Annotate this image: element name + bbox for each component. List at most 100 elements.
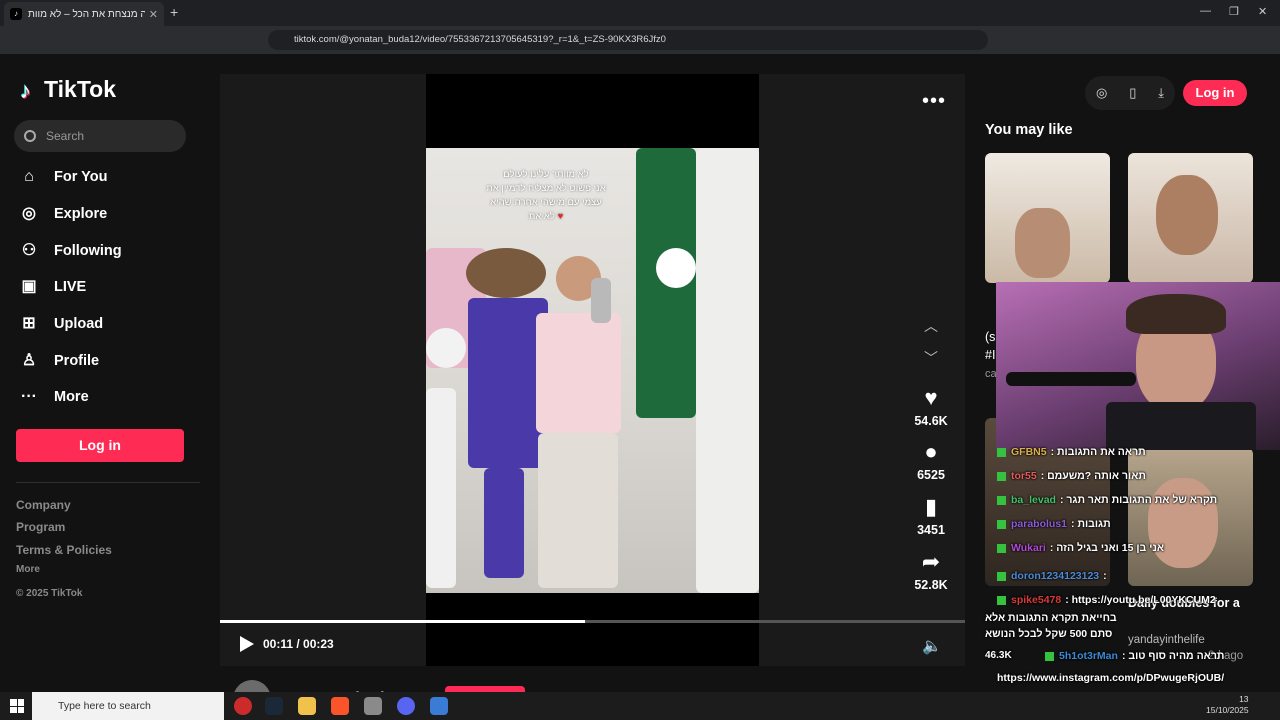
bookmark-icon: ▮ (924, 494, 938, 519)
thumb-face (1015, 208, 1070, 278)
footer-terms[interactable]: Terms & Policies (16, 543, 112, 557)
browser-tab-bar: ♪ אהבה מנצחת את הכל – לא מוות ✕ + — ❐ ✕ (0, 0, 1280, 26)
chat-text: : תקרא של את התגובות תאר תגר (1059, 494, 1218, 506)
footer-company[interactable]: Company (16, 498, 71, 512)
close-window-icon[interactable]: ✕ (1258, 5, 1267, 18)
thumb-face (1156, 175, 1218, 255)
more-options-icon[interactable]: ••• (922, 90, 946, 113)
top-icon-group: ◎ ▯ ⤓ (1085, 76, 1175, 110)
chat-text: : תגובות (1071, 518, 1111, 530)
login-top-button[interactable]: Log in (1183, 80, 1247, 106)
mod-badge-icon (997, 519, 1006, 529)
share-count: 52.8K (914, 578, 948, 592)
windows-start-icon[interactable] (10, 699, 24, 713)
card-text-3: ca (985, 368, 997, 380)
volume-icon[interactable]: 🔈 (922, 636, 942, 656)
save-count: 3451 (917, 523, 945, 537)
copyright: © 2025 TikTok (16, 588, 83, 599)
following-icon: ⚇ (21, 242, 37, 259)
nav-label: Upload (54, 316, 104, 332)
taskbar-search-placeholder: Type here to search (58, 700, 151, 712)
download-icon[interactable]: ⤓ (1158, 85, 1164, 101)
boy-legs (484, 468, 524, 578)
time-display: 00:11 / 00:23 (263, 637, 334, 651)
chat-line: 5h1ot3rMan: תראה מהיה סוף טוב (1045, 650, 1224, 662)
share-action[interactable]: ➦ 52.8K (906, 550, 956, 593)
suggested-thumb-2[interactable] (1128, 153, 1253, 283)
minimize-icon[interactable]: — (1200, 5, 1211, 17)
browser-tab[interactable]: ♪ אהבה מנצחת את הכל – לא מוות ✕ (4, 2, 164, 26)
chat-user: 5h1ot3rMan (1059, 650, 1118, 662)
app-icon-5[interactable] (364, 697, 382, 715)
nav-explore[interactable]: ◎ Explore (20, 205, 107, 223)
file-explorer-icon[interactable] (298, 697, 316, 715)
streamer-hair (1126, 294, 1226, 334)
teddy-bear (426, 328, 466, 368)
search-input[interactable]: Search (14, 120, 186, 152)
url-input[interactable]: tiktok.com/@yonatan_buda12/video/7553367… (268, 30, 988, 50)
mod-badge-icon (997, 495, 1006, 505)
webcam-overlay (996, 282, 1280, 450)
app-icon-7[interactable] (430, 697, 448, 715)
nav-profile[interactable]: ♙ Profile (20, 352, 99, 370)
discord-icon[interactable] (397, 697, 415, 715)
coins-icon[interactable]: ◎ (1096, 85, 1107, 101)
card-text-1: (s (985, 330, 996, 344)
mod-badge-icon (997, 471, 1006, 481)
like-action[interactable]: ♥ 54.6K (906, 386, 956, 429)
live-icon: ▣ (21, 278, 37, 295)
chat-line: parabolus1: תגובות (997, 518, 1111, 530)
chat-text: : (1103, 570, 1107, 582)
mod-badge-icon (997, 571, 1006, 581)
comment-action[interactable]: ● 6525 (906, 439, 956, 483)
login-button[interactable]: Log in (16, 429, 184, 462)
mod-badge-icon (1045, 651, 1054, 661)
caption-line: לא את (528, 211, 555, 222)
comment-icon: ● (924, 439, 938, 464)
progress-bar[interactable] (220, 620, 965, 623)
mod-badge-icon (997, 543, 1006, 553)
chat-user: ba_levad (1011, 494, 1056, 506)
restore-icon[interactable]: ❐ (1229, 5, 1239, 18)
steam-icon[interactable] (265, 697, 283, 715)
microphone-arm (1006, 372, 1136, 386)
progress-fill (220, 620, 586, 623)
chat-text: : https://youtu.be/L00YKCUM2 (1065, 594, 1216, 606)
nav-more[interactable]: ··· More (20, 388, 89, 406)
nav-upload[interactable]: ⊞ Upload (20, 315, 103, 333)
footer-more[interactable]: More (16, 564, 40, 575)
device-icon[interactable]: ▯ (1129, 85, 1136, 101)
sidebar-divider (16, 482, 200, 483)
girl-shirt (536, 313, 621, 433)
taskbar-search-input[interactable]: Type here to search (32, 692, 224, 720)
suggested-thumb-1[interactable] (985, 153, 1110, 283)
address-bar-row: ‹ › ↻ ⌑ tiktok.com/@yonatan_buda12/video… (0, 26, 1280, 72)
boy-head (466, 248, 546, 298)
nav-live[interactable]: ▣ LIVE (20, 278, 86, 296)
footer-program[interactable]: Program (16, 520, 65, 534)
new-tab-icon[interactable]: + (170, 4, 178, 20)
phone (591, 278, 611, 323)
nav-following[interactable]: ⚇ Following (20, 242, 122, 260)
app-icon-1[interactable] (234, 697, 252, 715)
chat-text: : אני בן 15 ואני בגיל הזה (1049, 542, 1165, 554)
clock-time: 13 (1239, 694, 1249, 704)
video-player[interactable]: לא מוותר עלינו לעולם אני פשוט לא מצליח ל… (426, 148, 759, 593)
video-caption: לא מוותר עלינו לעולם אני פשוט לא מצליח ל… (446, 168, 646, 224)
tab-title: אהבה מנצחת את הכל – לא מוות (28, 8, 145, 20)
logo-text: TikTok (44, 76, 116, 102)
play-icon[interactable] (240, 636, 254, 652)
chat-line: spike5478: https://youtu.be/L00YKCUM2 (997, 594, 1216, 606)
chat-text: : תראה מהיה סוף טוב (1121, 650, 1225, 662)
chevron-down-icon[interactable]: ﹀ (924, 348, 938, 368)
compass-icon: ◎ (22, 205, 36, 222)
nav-for-you[interactable]: ⌂ For You (20, 168, 107, 186)
save-action[interactable]: ▮ 3451 (906, 494, 956, 538)
brave-icon[interactable] (331, 697, 349, 715)
caption-line: אני פשוט לא מצליח לדמיין את (486, 183, 606, 194)
tiktok-logo[interactable]: ♪ TikTok (20, 76, 116, 103)
avatar[interactable] (233, 680, 271, 692)
author-row[interactable]: yonatan_buda12 (233, 680, 411, 692)
chevron-up-icon[interactable]: ︿ (924, 316, 938, 336)
close-tab-icon[interactable]: ✕ (149, 8, 158, 21)
